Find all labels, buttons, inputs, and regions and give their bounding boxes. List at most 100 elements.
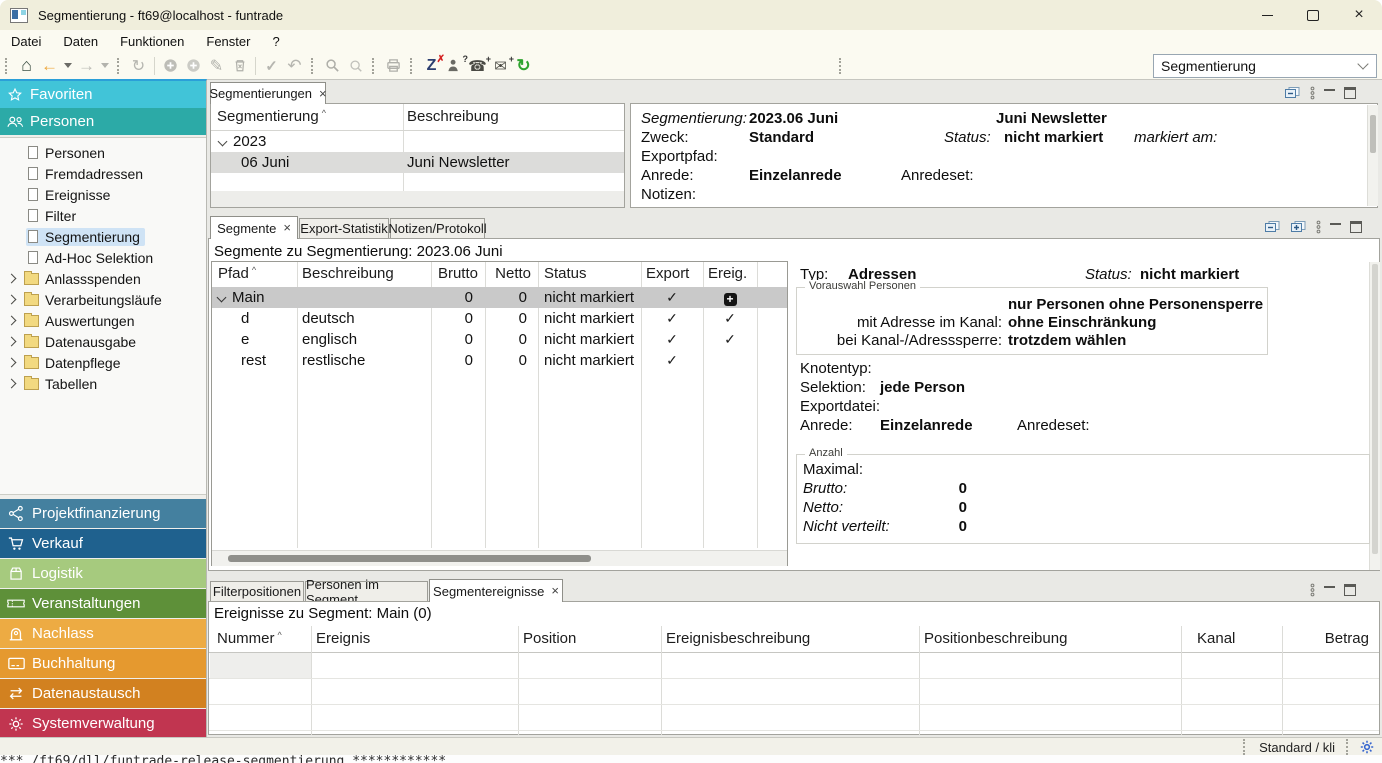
column-header-positionbeschreibung[interactable]: Positionbeschreibung	[924, 630, 1067, 647]
tab-personen-im-segment[interactable]: Personen im Segment	[305, 581, 428, 601]
chevron-down-icon[interactable]	[218, 137, 228, 147]
chevron-right-icon[interactable]	[7, 316, 17, 326]
menu-help[interactable]: ?	[261, 34, 290, 49]
tab-segmente[interactable]: Segmente ×	[210, 216, 298, 239]
column-header-ereignis[interactable]: Ereignis	[316, 630, 370, 647]
sidebar-item-datenpflege[interactable]: Datenpflege	[0, 352, 206, 373]
tab-segmentereignisse[interactable]: Segmentereignisse ×	[429, 579, 563, 602]
settings-gear-button[interactable]	[1356, 740, 1382, 754]
chevron-right-icon[interactable]	[7, 337, 17, 347]
close-button[interactable]: ×	[1336, 0, 1382, 30]
vertical-scrollbar[interactable]	[1369, 262, 1380, 570]
horizontal-scrollbar[interactable]	[212, 550, 787, 566]
column-header-beschreibung[interactable]: Beschreibung	[407, 108, 499, 125]
tab-export-statistik[interactable]: Export-Statistik	[299, 218, 389, 238]
column-header-position[interactable]: Position	[523, 630, 576, 647]
column-header-kanal[interactable]: Kanal	[1197, 630, 1235, 647]
column-header-pfad[interactable]: Pfad^	[218, 265, 256, 282]
table-row-d[interactable]: d deutsch 0 0 nicht markiert ✓ ✓	[212, 308, 787, 329]
tab-segmentierungen[interactable]: Segmentierungen ×	[210, 82, 326, 104]
back-button[interactable]: ←	[38, 55, 61, 77]
table-row-06-juni[interactable]: 06 Juni Juni Newsletter	[211, 152, 624, 173]
refresh-button[interactable]: ↻	[127, 55, 150, 77]
panel-maximize-icon[interactable]	[1350, 221, 1362, 233]
sidebar-item-segmentierung[interactable]: Segmentierung	[0, 226, 206, 247]
chevron-right-icon[interactable]	[7, 274, 17, 284]
cancel-selection-button[interactable]: Z✗	[420, 55, 443, 77]
toolbar-grip[interactable]	[839, 58, 844, 74]
column-header-ereig[interactable]: Ereig.	[708, 265, 747, 282]
sidebar-section-systemverwaltung[interactable]: Systemverwaltung	[0, 709, 206, 738]
forward-button[interactable]: →	[75, 55, 98, 77]
sidebar-item-ereignisse[interactable]: Ereignisse	[0, 184, 206, 205]
add-copy-button[interactable]	[182, 55, 205, 77]
add-button[interactable]	[159, 55, 182, 77]
panel-minimize-icon[interactable]	[1330, 223, 1341, 225]
toolbar-grip[interactable]	[5, 58, 10, 74]
sidebar-section-projektfinanzierung[interactable]: Projektfinanzierung	[0, 499, 206, 528]
panel-menu-icon[interactable]	[1316, 220, 1321, 234]
sidebar-section-personen[interactable]: Personen	[0, 108, 206, 135]
chevron-right-icon[interactable]	[7, 379, 17, 389]
tab-close-icon[interactable]: ×	[283, 223, 291, 233]
menu-datei[interactable]: Datei	[0, 34, 52, 49]
chevron-right-icon[interactable]	[7, 358, 17, 368]
collapse-panel-icon[interactable]	[1264, 220, 1281, 234]
search-alt-button[interactable]	[344, 55, 367, 77]
undo-button[interactable]: ↶	[283, 55, 306, 77]
panel-maximize-icon[interactable]	[1344, 584, 1356, 596]
table-row-rest[interactable]: rest restlische 0 0 nicht markiert ✓	[212, 350, 787, 371]
context-dropdown[interactable]: Segmentierung	[1153, 54, 1377, 78]
column-header-brutto[interactable]: Brutto	[431, 265, 478, 282]
tab-close-icon[interactable]: ×	[319, 89, 327, 99]
table-row-e[interactable]: e englisch 0 0 nicht markiert ✓ ✓	[212, 329, 787, 350]
edit-button[interactable]: ✎	[205, 55, 228, 77]
sidebar-item-auswertungen[interactable]: Auswertungen	[0, 310, 206, 331]
chevron-right-icon[interactable]	[7, 295, 17, 305]
home-button[interactable]: ⌂	[15, 55, 38, 77]
column-header-segmentierung[interactable]: Segmentierung^	[217, 108, 326, 125]
confirm-button[interactable]: ✓	[260, 55, 283, 77]
chevron-down-icon[interactable]	[217, 293, 227, 303]
mail-add-button[interactable]: ✉+	[489, 55, 512, 77]
search-button[interactable]	[321, 55, 344, 77]
sidebar-section-logistik[interactable]: Logistik	[0, 559, 206, 588]
back-dropdown-icon[interactable]	[64, 63, 72, 68]
table-row-main[interactable]: Main 0 0 nicht markiert ✓ +	[212, 287, 787, 308]
toolbar-grip[interactable]	[372, 58, 377, 74]
tab-notizen-protokoll[interactable]: Notizen/Protokoll	[390, 218, 485, 238]
sidebar-item-personen[interactable]: Personen	[0, 142, 206, 163]
sidebar-item-filter[interactable]: Filter	[0, 205, 206, 226]
panel-minimize-icon[interactable]	[1324, 586, 1335, 588]
reload-button[interactable]: ↻	[512, 55, 535, 77]
column-header-beschreibung[interactable]: Beschreibung	[302, 265, 394, 282]
tab-close-icon[interactable]: ×	[551, 586, 559, 596]
sidebar-item-datenausgabe[interactable]: Datenausgabe	[0, 331, 206, 352]
menu-daten[interactable]: Daten	[52, 34, 109, 49]
toolbar-grip[interactable]	[410, 58, 415, 74]
column-header-betrag[interactable]: Betrag	[1285, 630, 1369, 647]
sidebar-section-veranstaltungen[interactable]: Veranstaltungen	[0, 589, 206, 618]
delete-button[interactable]	[228, 55, 251, 77]
toolbar-grip[interactable]	[311, 58, 316, 74]
person-query-button[interactable]: ?	[443, 55, 466, 77]
panel-menu-icon[interactable]	[1310, 583, 1315, 597]
print-button[interactable]	[382, 55, 405, 77]
menu-funktionen[interactable]: Funktionen	[109, 34, 195, 49]
minimize-button[interactable]	[1244, 0, 1290, 30]
sidebar-item-ad-hoc-selektion[interactable]: Ad-Hoc Selektion	[0, 247, 206, 268]
forward-dropdown-icon[interactable]	[101, 63, 109, 68]
sidebar-section-favoriten[interactable]: Favoriten	[0, 81, 206, 108]
column-header-nummer[interactable]: Nummer^	[217, 630, 282, 647]
column-header-ereignisbeschreibung[interactable]: Ereignisbeschreibung	[666, 630, 810, 647]
sidebar-item-anlassspenden[interactable]: Anlassspenden	[0, 268, 206, 289]
vertical-scrollbar[interactable]	[1367, 105, 1378, 206]
phone-add-button[interactable]: ☎+	[466, 55, 489, 77]
expand-panel-icon[interactable]	[1290, 220, 1307, 234]
sidebar-section-nachlass[interactable]: Nachlass	[0, 619, 206, 648]
tab-filterpositionen[interactable]: Filterpositionen	[210, 581, 304, 601]
tree-row-2023[interactable]: 2023	[211, 131, 624, 152]
sidebar-item-fremdadressen[interactable]: Fremdadressen	[0, 163, 206, 184]
menu-fenster[interactable]: Fenster	[195, 34, 261, 49]
panel-maximize-icon[interactable]	[1344, 87, 1356, 99]
